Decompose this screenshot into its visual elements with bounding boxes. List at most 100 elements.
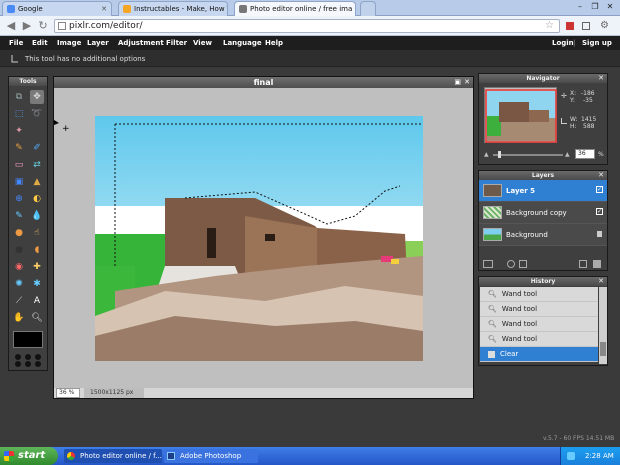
zoom-out-icon[interactable]: ▲ [484,151,489,158]
red-eye-icon[interactable]: ◉ [12,260,26,274]
menu-layer[interactable]: Layer [87,39,109,47]
layer-row-layer-5[interactable]: Layer 5 ✓ [479,180,607,202]
delete-layer-icon[interactable] [593,260,601,268]
layer-style-icon[interactable] [519,260,527,268]
close-icon[interactable]: ✕ [355,5,356,13]
layer-mask-icon[interactable] [507,260,515,268]
menu-filter[interactable]: Filter [166,39,187,47]
new-tab-button[interactable] [360,1,376,16]
crop-icon[interactable]: ⧉ [12,90,26,104]
canvas-image[interactable] [95,116,423,361]
canvas-area[interactable]: + [54,88,473,388]
type-icon[interactable]: A [30,294,44,308]
menu-edit[interactable]: Edit [32,39,48,47]
fill-icon[interactable]: ▣ [12,175,26,189]
color-replace-icon[interactable]: ◐ [30,192,44,206]
menu-image[interactable]: Image [57,39,81,47]
page-icon [58,22,66,30]
signup-link[interactable]: Sign up [582,39,612,47]
navigator-preview[interactable] [484,87,557,143]
layer-visibility-checkbox[interactable]: ✓ [596,208,603,215]
wrench-icon[interactable]: ⚙ [600,20,609,31]
hand-icon[interactable]: ✋ [12,311,26,325]
clone-icon[interactable]: ⊕ [12,192,26,206]
layer-settings-icon[interactable] [483,260,493,268]
bookmark-star-icon[interactable]: ☆ [545,20,554,31]
taskbar-item-photoshop[interactable]: Adobe Photoshop [164,449,258,463]
wand-tool-icon: 🔍︎ [488,290,497,298]
reload-icon[interactable]: ↻ [36,19,50,33]
history-close-icon[interactable]: ✕ [598,277,604,286]
document-maximize-icon[interactable]: ▣ [454,77,461,88]
brush-icon[interactable]: ✐ [30,141,44,155]
menu-adjustment[interactable]: Adjustment [118,39,164,47]
page-menu-icon[interactable] [582,22,590,30]
layers-close-icon[interactable]: ✕ [598,171,604,180]
sponge-icon[interactable]: ● [12,226,26,240]
menu-file[interactable]: File [9,39,23,47]
pinch-icon[interactable]: ✱ [30,277,44,291]
menu-language[interactable]: Language [223,39,262,47]
color-picker-icon[interactable]: ⟋ [12,294,26,308]
start-button[interactable]: start [0,447,58,465]
document-title-bar[interactable]: final ▣ ✕ [54,77,473,88]
tool-options-message: This tool has no additional options [25,55,146,63]
drawing-icon[interactable]: ✎ [12,209,26,223]
browser-tab-instructables[interactable]: Instructables - Make, How To ✕ [118,1,228,16]
minimize-icon[interactable]: – [573,1,587,12]
dodge-icon[interactable]: ● [12,243,26,257]
layer-visibility-checkbox[interactable]: ✓ [596,186,603,193]
replace-color-icon[interactable]: ⇄ [30,158,44,172]
move-icon[interactable]: ✥ [30,90,44,104]
document-status-bar: 36 % 1500x1125 px [54,388,473,398]
history-item[interactable]: 🔍︎ Wand tool [480,332,598,347]
layer-row-background[interactable]: Background [479,224,607,246]
history-scrollbar-thumb[interactable] [600,342,606,356]
marquee-icon[interactable]: ⬚ [12,107,26,121]
zoom-in-icon[interactable]: ▲ [565,151,570,158]
browser-tab-pixlr[interactable]: Photo editor online / free ima ✕ [234,1,356,16]
history-scrollbar[interactable] [599,287,607,364]
corner-handle-icon[interactable] [54,119,59,125]
zoom-slider[interactable] [493,154,563,156]
taskbar-item-browser[interactable]: Photo editor online / f... [64,449,162,463]
extension-icon[interactable] [566,22,574,30]
zoom-slider-handle[interactable] [498,151,501,158]
layers-toolbar [483,260,605,269]
browser-tab-google[interactable]: Google ✕ [2,1,112,16]
gradient-icon[interactable]: ▲ [30,175,44,189]
document-zoom-input[interactable]: 36 % [56,388,80,398]
close-icon[interactable]: ✕ [101,5,107,13]
url-input[interactable]: pixlr.com/editor/ [54,19,560,33]
magic-wand-icon[interactable]: ✦ [12,124,26,138]
blur-icon[interactable]: 💧 [30,209,44,223]
layer-row-background-copy[interactable]: Background copy ✓ [479,202,607,224]
history-item[interactable]: 🔍︎ Wand tool [480,317,598,332]
eraser-icon[interactable]: ▭ [12,158,26,172]
burn-icon[interactable]: ◖ [30,243,44,257]
menu-help[interactable]: Help [265,39,283,47]
pencil-icon[interactable]: ✎ [12,141,26,155]
smudge-icon[interactable]: ☝ [30,226,44,240]
history-item-selected[interactable]: Clear [480,347,598,362]
spot-heal-icon[interactable]: ✚ [30,260,44,274]
browser-tab-strip: Google ✕ Instructables - Make, How To ✕ … [0,0,620,16]
forward-icon[interactable]: ▶ [20,19,34,33]
foreground-color-swatch[interactable] [13,331,43,348]
new-layer-icon[interactable] [579,260,587,268]
history-item[interactable]: 🔍︎ Wand tool [480,287,598,302]
bloat-icon[interactable]: ✺ [12,277,26,291]
zoom-icon[interactable]: 🔍︎ [30,311,44,325]
window-close-icon[interactable]: ✕ [603,1,617,12]
navigator-zoom-input[interactable]: 36 [575,149,595,159]
lasso-icon[interactable]: ➰ [30,107,44,121]
history-item[interactable]: 🔍︎ Wand tool [480,302,598,317]
restore-icon[interactable]: ❐ [588,1,602,12]
back-icon[interactable]: ◀ [4,19,18,33]
document-close-icon[interactable]: ✕ [464,77,470,88]
navigator-close-icon[interactable]: ✕ [598,74,604,83]
windows-taskbar: start Photo editor online / f... Adobe P… [0,447,620,465]
network-icon[interactable] [567,452,575,460]
login-link[interactable]: Login [552,39,574,47]
menu-view[interactable]: View [193,39,212,47]
